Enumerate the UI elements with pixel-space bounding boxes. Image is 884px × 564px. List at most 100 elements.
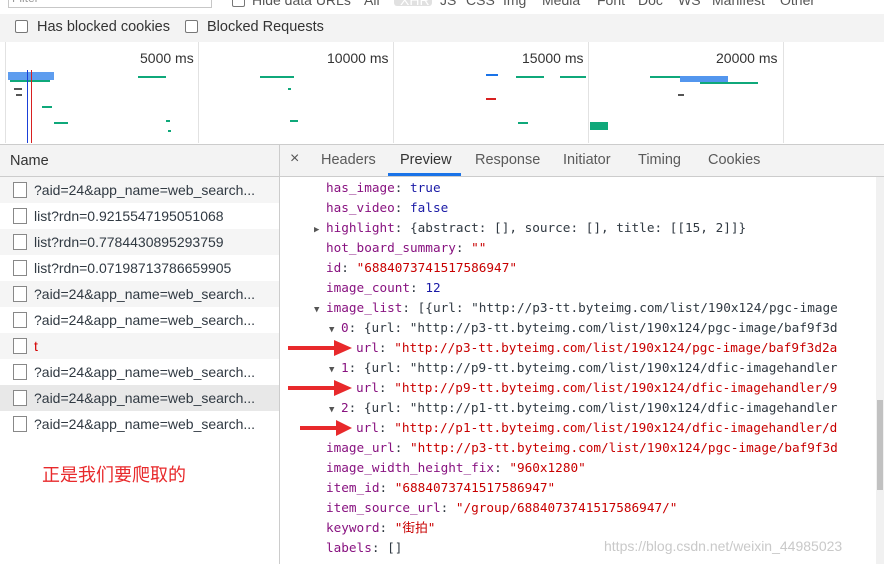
dom-content-loaded-line — [27, 70, 28, 143]
request-name: list?rdn=0.7784430895293759 — [34, 234, 224, 250]
request-name: ?aid=24&app_name=web_search... — [34, 312, 256, 328]
json-key: item_id — [326, 480, 380, 495]
json-colon: : — [379, 520, 395, 535]
filter-type-css[interactable]: CSS — [466, 0, 495, 8]
filter-type-img[interactable]: Img — [503, 0, 526, 8]
request-row[interactable]: list?rdn=0.7784430895293759 — [0, 229, 279, 255]
request-row[interactable]: t — [0, 333, 279, 359]
json-colon: : — [394, 440, 411, 455]
filter-all[interactable]: All — [364, 0, 380, 8]
json-tree-line[interactable]: ▼ 2: {url: "http://p1-tt.byteimg.com/list… — [329, 398, 838, 418]
file-icon — [13, 208, 27, 224]
request-row[interactable]: list?rdn=0.9215547195051068 — [0, 203, 279, 229]
json-value: {url: "http://p3-tt.byteimg.com/list/190… — [363, 320, 838, 335]
preview-scrollbar-thumb[interactable] — [877, 400, 883, 490]
request-name: ?aid=24&app_name=web_search... — [34, 182, 256, 198]
json-key: 0 — [341, 320, 349, 335]
has-blocked-cookies-checkbox[interactable] — [15, 20, 28, 33]
json-tree-line: image_width_height_fix: "960x1280" — [314, 458, 586, 478]
filter-type-doc[interactable]: Doc — [638, 0, 663, 8]
network-overview-timeline[interactable]: 5000 ms 10000 ms 15000 ms 20000 ms — [0, 42, 884, 145]
hide-data-urls-checkbox[interactable] — [232, 0, 245, 7]
file-icon — [13, 364, 27, 380]
json-key: image_url — [326, 440, 395, 455]
json-key: image_list — [326, 300, 403, 315]
json-tree-line[interactable]: ▼ 1: {url: "http://p9-tt.byteimg.com/list… — [329, 358, 838, 378]
json-tree-line: url: "http://p3-tt.byteimg.com/list/190x… — [344, 338, 837, 358]
json-colon: : — [494, 460, 510, 475]
request-row[interactable]: ?aid=24&app_name=web_search... — [0, 411, 279, 437]
tab-timing[interactable]: Timing — [638, 152, 681, 168]
tab-headers[interactable]: Headers — [321, 152, 376, 168]
blocked-requests-checkbox[interactable] — [185, 20, 198, 33]
json-value: 12 — [425, 280, 441, 295]
file-icon — [13, 338, 27, 354]
file-icon — [13, 260, 27, 276]
json-value: "http://p9-tt.byteimg.com/list/190x124/d… — [394, 380, 838, 395]
json-tree-line[interactable]: ▼ image_list: [{url: "http://p3-tt.byteim… — [314, 298, 838, 318]
json-colon: : — [394, 220, 411, 235]
overview-bar — [10, 80, 50, 82]
overview-bar — [54, 122, 68, 124]
name-column-header[interactable]: Name — [0, 145, 279, 177]
request-name: list?rdn=0.9215547195051068 — [34, 208, 224, 224]
tab-initiator[interactable]: Initiator — [563, 152, 611, 168]
overview-bar — [486, 74, 498, 76]
tab-preview[interactable]: Preview — [400, 152, 452, 168]
overview-bar — [700, 82, 758, 84]
json-tree-line[interactable]: ▼ 0: {url: "http://p3-tt.byteimg.com/list… — [329, 318, 838, 338]
json-tree-line: has_image: true — [314, 178, 441, 198]
red-arrow-icon — [288, 340, 352, 356]
tab-response[interactable]: Response — [475, 152, 540, 168]
json-preview-tree[interactable]: has_image: true has_video: false ▶ highligh… — [280, 177, 876, 564]
request-row[interactable]: ?aid=24&app_name=web_search... — [0, 177, 279, 203]
json-value: false — [410, 200, 449, 215]
overview-bar — [14, 88, 22, 90]
json-colon: : — [402, 300, 418, 315]
name-header-label: Name — [10, 153, 49, 169]
request-row[interactable]: ?aid=24&app_name=web_search... — [0, 281, 279, 307]
filter-type-js[interactable]: JS — [440, 0, 456, 8]
filter-type-manifest[interactable]: Manifest — [712, 0, 765, 8]
json-tree-line: url: "http://p1-tt.byteimg.com/list/190x… — [344, 418, 837, 438]
hide-data-urls-label: Hide data URLs — [252, 0, 351, 8]
filter-type-media[interactable]: Media — [542, 0, 580, 8]
tab-cookies[interactable]: Cookies — [708, 152, 760, 168]
close-icon[interactable]: × — [290, 150, 299, 168]
json-value: "/group/6884073741517586947/" — [455, 500, 678, 515]
filter-type-xhr[interactable]: XHR — [400, 0, 430, 8]
overview-tick-label: 15000 ms — [522, 50, 584, 66]
json-key: id — [326, 260, 342, 275]
json-tree-line[interactable]: ▶ highlight: {abstract: [], source: [], t… — [314, 218, 746, 238]
json-colon: : — [378, 340, 395, 355]
filter-type-font[interactable]: Font — [597, 0, 625, 8]
overview-bar — [290, 120, 298, 122]
overview-tick-label: 10000 ms — [327, 50, 389, 66]
json-value: "http://p3-tt.byteimg.com/list/190x124/p… — [410, 440, 838, 455]
collapse-triangle-icon[interactable]: ▼ — [329, 360, 341, 380]
json-value: "6884073741517586947" — [356, 260, 517, 275]
overview-bar — [260, 76, 294, 78]
json-key: image_count — [326, 280, 411, 295]
overview-gridline — [783, 42, 784, 143]
request-row[interactable]: list?rdn=0.07198713786659905 — [0, 255, 279, 281]
request-row[interactable]: ?aid=24&app_name=web_search... — [0, 359, 279, 385]
collapse-triangle-icon[interactable]: ▼ — [329, 400, 341, 420]
json-value: {abstract: [], source: [], title: [[15, … — [410, 220, 747, 235]
overview-gridline — [393, 42, 394, 143]
expand-triangle-icon[interactable]: ▶ — [314, 220, 326, 240]
request-row[interactable]: ?aid=24&app_name=web_search... — [0, 307, 279, 333]
filter-type-ws[interactable]: WS — [678, 0, 701, 8]
watermark: https://blog.csdn.net/weixin_44985023 — [604, 538, 843, 554]
request-row[interactable]: ?aid=24&app_name=web_search... — [0, 385, 279, 411]
preview-scrollbar[interactable] — [876, 177, 884, 564]
json-tree-line: item_id: "6884073741517586947" — [314, 478, 555, 498]
json-tree-line: labels: [] — [314, 538, 402, 558]
request-list-panel: Name ?aid=24&app_name=web_search... list?… — [0, 145, 280, 564]
details-tab-bar: × Headers Preview Response Initiator Tim… — [280, 145, 884, 177]
json-value: "http://p1-tt.byteimg.com/list/190x124/d… — [394, 420, 838, 435]
collapse-triangle-icon[interactable]: ▼ — [329, 320, 341, 340]
collapse-triangle-icon[interactable]: ▼ — [314, 300, 326, 320]
filter-type-other[interactable]: Other — [780, 0, 815, 8]
filter-input[interactable]: Filter — [8, 0, 212, 8]
